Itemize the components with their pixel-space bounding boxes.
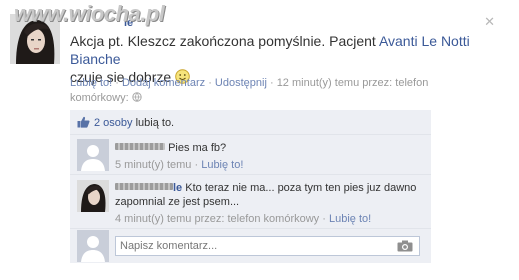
- comment-timestamp: 4 minut(y) temu przez: telefon komórkowy: [115, 213, 320, 225]
- like-thumb-icon: [77, 116, 90, 131]
- default-avatar-icon: [77, 230, 109, 262]
- post-text-start: Akcja pt. Kleszcz zakończona pomyślnie. …: [70, 33, 379, 49]
- comment-item: Pies ma fb? 5 minut(y) temu · Lubię to!: [70, 135, 431, 175]
- likes-suffix: lubią to.: [132, 117, 175, 129]
- comment-input-placeholder: Napisz komentarz...: [120, 240, 218, 252]
- comment-body: Pies ma fb? 5 minut(y) temu · Lubię to!: [115, 141, 427, 172]
- comment-author-avatar[interactable]: [77, 139, 109, 171]
- comment-item: le Kto teraz nie ma... poza tym ten pies…: [70, 175, 431, 229]
- default-avatar-icon: [77, 139, 109, 171]
- avatar-photo: [77, 180, 109, 212]
- post-author-name[interactable]: le: [124, 17, 506, 31]
- post-timestamp: 12 minut(y) temu przez: telefon: [276, 77, 429, 89]
- comment-meta: 4 minut(y) temu przez: telefon komórkowy…: [115, 213, 372, 225]
- likes-summary: 2 osoby lubią to.: [70, 110, 431, 135]
- viewer-avatar: [77, 230, 109, 262]
- comment-input[interactable]: Napisz komentarz...: [115, 236, 420, 256]
- comment-timestamp: 5 minut(y) temu: [115, 159, 192, 171]
- watermark-text: www.wiocha.pl: [14, 1, 165, 26]
- comment-meta: 5 minut(y) temu · Lubię to!: [115, 159, 244, 171]
- likes-count-link[interactable]: 2 osoby: [94, 117, 133, 129]
- watermark: www.wiocha.pl: [14, 0, 165, 27]
- post-actions: Lubię to! · Dodaj komentarz · Udostępnij…: [70, 77, 429, 104]
- comment-author-name[interactable]: [115, 142, 165, 154]
- feedback-box: 2 osoby lubią to. Pies ma fb? 5 minut(y)…: [70, 110, 431, 263]
- post-like-link[interactable]: Lubię to!: [70, 77, 112, 89]
- comment-like-link[interactable]: Lubię to!: [201, 159, 243, 171]
- comment-body: le Kto teraz nie ma... poza tym ten pies…: [115, 181, 427, 226]
- comment-author-avatar[interactable]: [77, 180, 109, 212]
- add-comment-link[interactable]: Dodaj komentarz: [122, 77, 205, 89]
- globe-icon: [132, 92, 142, 104]
- post-device: komórkowy: [70, 92, 126, 104]
- comment-author-suffix: le: [173, 182, 183, 194]
- comment-like-link[interactable]: Lubię to!: [329, 213, 371, 225]
- comment-composer: Napisz komentarz...: [70, 229, 431, 263]
- comment-author-name[interactable]: le: [115, 182, 182, 194]
- share-link[interactable]: Udostępnij: [215, 77, 267, 89]
- comment-text: Pies ma fb?: [168, 142, 227, 154]
- camera-icon[interactable]: [397, 240, 413, 255]
